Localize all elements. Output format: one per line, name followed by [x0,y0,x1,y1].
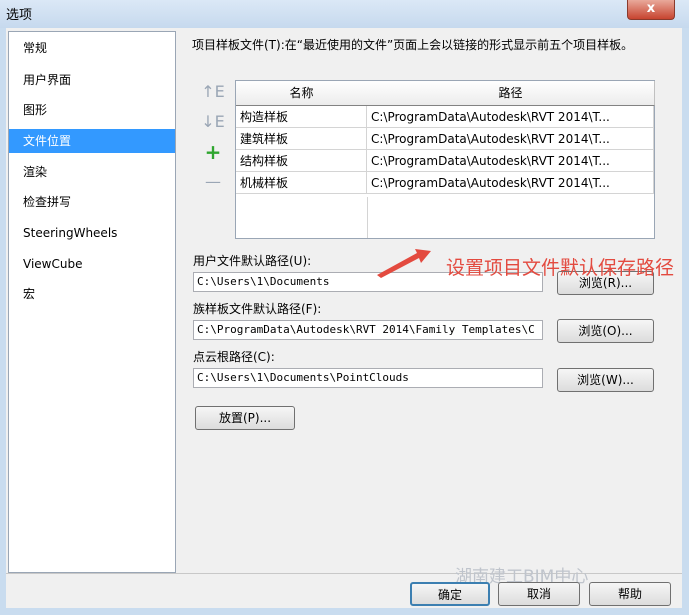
move-up-icon[interactable]: ↑E [201,82,225,102]
window-title: 选项 [6,8,33,23]
sidebar-item-graphics[interactable]: 图形 [9,98,175,122]
browse-cloud-path-button[interactable]: 浏览(W)... [557,368,654,392]
column-header-name[interactable]: 名称 [236,81,368,106]
sidebar-item-macros[interactable]: 宏 [9,282,175,306]
table-row-name[interactable]: 机械样板 [236,172,367,194]
close-button[interactable]: x [627,0,675,20]
cloud-path-label: 点云根路径(C): [193,350,275,364]
ok-button[interactable]: 确定 [410,582,490,606]
sidebar-item-spelling[interactable]: 检查拼写 [9,190,175,214]
cancel-button[interactable]: 取消 [498,582,580,606]
sidebar: 常规 用户界面 图形 文件位置 渲染 检查拼写 SteeringWheels V… [8,31,176,573]
sidebar-item-file-locations[interactable]: 文件位置 [9,129,175,153]
table-row-path[interactable]: C:\ProgramData\Autodesk\RVT 2014\T... [367,172,654,194]
table-row-path[interactable]: C:\ProgramData\Autodesk\RVT 2014\T... [367,128,654,150]
places-button[interactable]: 放置(P)... [195,406,295,430]
plus-icon[interactable]: + [201,142,225,162]
sidebar-item-steeringwheels[interactable]: SteeringWheels [9,221,175,245]
sidebar-item-general[interactable]: 常规 [9,36,175,60]
family-path-field[interactable]: C:\ProgramData\Autodesk\RVT 2014\Family … [193,320,543,340]
sidebar-item-rendering[interactable]: 渲染 [9,160,175,184]
table-divider [367,197,368,238]
move-down-icon[interactable]: ↓E [201,112,225,132]
sidebar-item-viewcube[interactable]: ViewCube [9,252,175,276]
cloud-path-field[interactable]: C:\Users\1\Documents\PointClouds [193,368,543,388]
table-row-path[interactable]: C:\ProgramData\Autodesk\RVT 2014\T... [367,106,654,128]
table-row-path[interactable]: C:\ProgramData\Autodesk\RVT 2014\T... [367,150,654,172]
template-table: 名称 路径 构造样板 C:\ProgramData\Autodesk\RVT 2… [235,80,655,239]
user-path-label: 用户文件默认路径(U): [193,254,312,268]
table-row-name[interactable]: 建筑样板 [236,128,367,150]
table-row-name[interactable]: 构造样板 [236,106,367,128]
title-bar: 选项 x [0,0,689,28]
table-row-name[interactable]: 结构样板 [236,150,367,172]
family-path-label: 族样板文件默认路径(F): [193,302,322,316]
annotation-text: 设置项目文件默认保存路径 [446,257,675,279]
browse-family-path-button[interactable]: 浏览(O)... [557,319,654,343]
annotation-arrow-icon [377,249,431,278]
minus-icon[interactable]: — [201,172,225,192]
templates-description: 项目样板文件(T):在“最近使用的文件”页面上会以链接的形式显示前五个项目样板。 [192,38,634,52]
sidebar-item-user-interface[interactable]: 用户界面 [9,68,175,92]
help-button[interactable]: 帮助 [589,582,671,606]
column-header-path[interactable]: 路径 [367,81,655,106]
